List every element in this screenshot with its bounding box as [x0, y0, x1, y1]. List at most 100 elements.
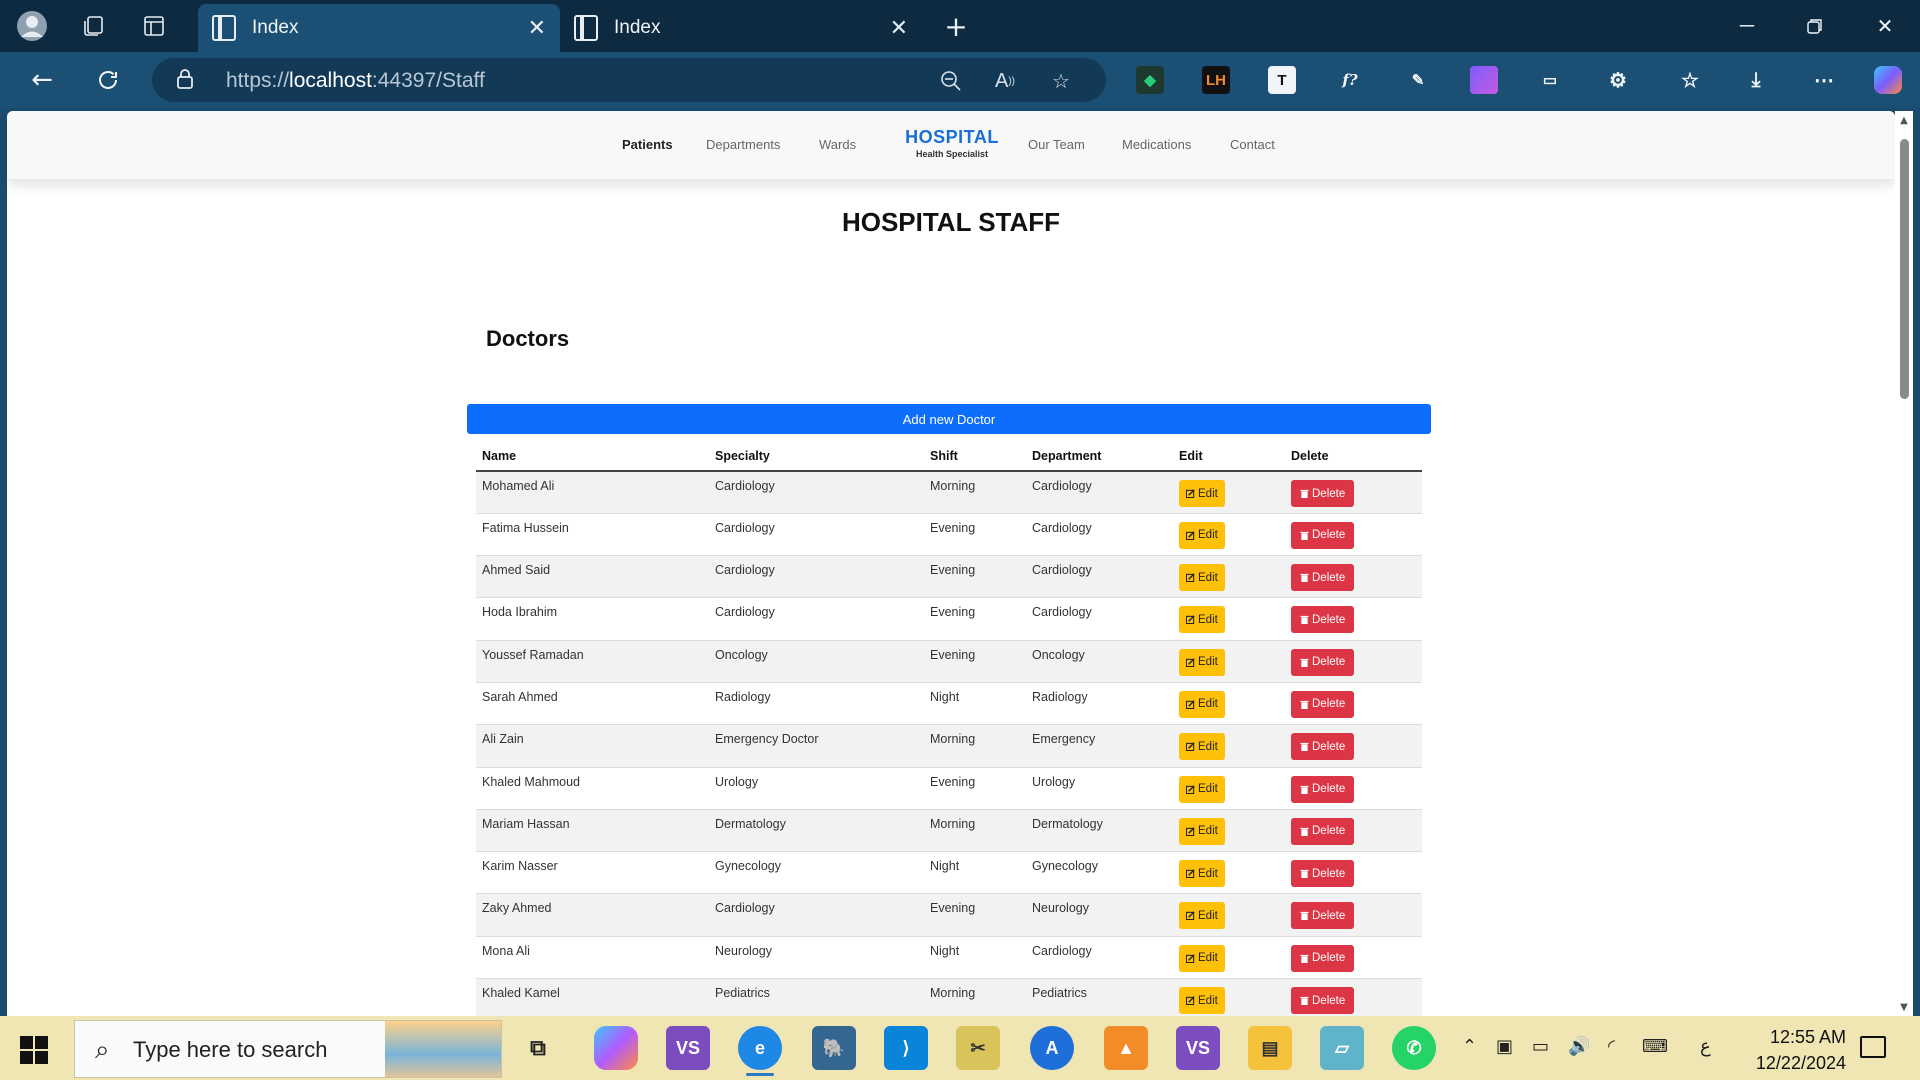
- delete-button[interactable]: Delete: [1291, 733, 1355, 761]
- tray-app-icon[interactable]: ▣: [1496, 1036, 1513, 1057]
- tab-index-active[interactable]: Index ✕: [198, 4, 560, 52]
- scroll-thumb[interactable]: [1900, 139, 1909, 399]
- page-scrollbar[interactable]: ▲ ▼: [1895, 111, 1913, 1016]
- edit-button[interactable]: Edit: [1179, 690, 1225, 718]
- lock-icon[interactable]: [176, 68, 200, 92]
- copilot-icon[interactable]: [1874, 66, 1902, 94]
- system-clock[interactable]: 12:55 AM 12/22/2024: [1740, 1024, 1846, 1076]
- zoom-out-icon[interactable]: [936, 66, 966, 96]
- header-name[interactable]: Name: [476, 441, 709, 472]
- delete-button[interactable]: Delete: [1291, 648, 1355, 676]
- task-view-icon[interactable]: ⧉: [516, 1026, 560, 1070]
- delete-label: Delete: [1312, 529, 1346, 542]
- edge-browser-icon[interactable]: e: [738, 1026, 782, 1076]
- close-window-icon[interactable]: ✕: [1862, 8, 1908, 44]
- minimize-icon[interactable]: ─: [1724, 8, 1770, 44]
- extension-shape-icon[interactable]: [1470, 66, 1498, 94]
- taskbar-search[interactable]: ⌕ Type here to search: [74, 1020, 502, 1078]
- nav-link-medications[interactable]: Medications: [1122, 137, 1191, 152]
- delete-button[interactable]: Delete: [1291, 564, 1355, 592]
- extension-screen-icon[interactable]: ▭: [1536, 66, 1564, 94]
- tab-index[interactable]: Index ✕: [560, 4, 922, 52]
- url-text[interactable]: https://localhost:44397/Staff: [226, 69, 485, 93]
- new-tab-icon[interactable]: +: [938, 8, 974, 44]
- edit-button[interactable]: Edit: [1179, 775, 1225, 803]
- edit-button[interactable]: Edit: [1179, 521, 1225, 549]
- delete-label: Delete: [1312, 909, 1346, 922]
- back-icon[interactable]: ←: [22, 60, 62, 100]
- delete-button[interactable]: Delete: [1291, 606, 1355, 634]
- extension-t-icon[interactable]: T: [1268, 66, 1296, 94]
- more-icon[interactable]: ⋯: [1810, 66, 1838, 94]
- postgresql-icon[interactable]: 🐘: [812, 1026, 856, 1070]
- brand-logo[interactable]: HOSPITAL Health Specialist: [887, 127, 1017, 159]
- windows-start-icon[interactable]: [20, 1036, 48, 1064]
- visual-studio-preview-icon[interactable]: VS: [1176, 1026, 1220, 1070]
- copilot-app-icon[interactable]: [594, 1026, 638, 1070]
- refresh-icon[interactable]: [88, 60, 128, 100]
- volume-icon[interactable]: 🔊: [1568, 1036, 1590, 1057]
- scroll-up-icon[interactable]: ▲: [1898, 115, 1910, 126]
- file-explorer-icon[interactable]: ▤: [1248, 1026, 1292, 1070]
- nav-link-our-team[interactable]: Our Team: [1028, 137, 1085, 152]
- workspaces-icon[interactable]: [76, 8, 112, 44]
- nav-link-patients[interactable]: Patients: [622, 137, 673, 152]
- header-shift[interactable]: Shift: [924, 441, 1026, 472]
- delete-button[interactable]: Delete: [1291, 775, 1355, 803]
- edit-button[interactable]: Edit: [1179, 987, 1225, 1015]
- downloads-icon[interactable]: ⤓: [1742, 66, 1770, 94]
- snipping-tool-icon[interactable]: ✂: [956, 1026, 1000, 1070]
- add-doctor-button[interactable]: Add new Doctor: [467, 404, 1431, 434]
- edit-button[interactable]: Edit: [1179, 860, 1225, 888]
- profile-icon[interactable]: [14, 8, 50, 44]
- app-store-icon[interactable]: A: [1030, 1026, 1074, 1070]
- delete-button[interactable]: Delete: [1291, 860, 1355, 888]
- delete-button[interactable]: Delete: [1291, 944, 1355, 972]
- favorites-icon[interactable]: ☆: [1676, 66, 1704, 94]
- header-specialty[interactable]: Specialty: [709, 441, 924, 472]
- extensions-icon[interactable]: ⚙: [1604, 66, 1632, 94]
- nav-link-wards[interactable]: Wards: [819, 137, 856, 152]
- restore-icon[interactable]: [1792, 8, 1838, 44]
- wifi-icon[interactable]: ◜: [1608, 1036, 1615, 1057]
- delete-label: Delete: [1312, 740, 1346, 753]
- notepad-icon[interactable]: ▱: [1320, 1026, 1364, 1070]
- delete-button[interactable]: Delete: [1291, 817, 1355, 845]
- tray-overflow-icon[interactable]: ⌃: [1462, 1036, 1477, 1057]
- battery-icon[interactable]: ▭: [1532, 1036, 1549, 1057]
- edit-button[interactable]: Edit: [1179, 480, 1225, 507]
- close-tab-icon[interactable]: ✕: [890, 15, 908, 41]
- edit-button[interactable]: Edit: [1179, 817, 1225, 845]
- keyboard-icon[interactable]: ⌨: [1642, 1036, 1668, 1057]
- delete-button[interactable]: Delete: [1291, 902, 1355, 930]
- visual-studio-icon[interactable]: VS: [666, 1026, 710, 1070]
- edit-button[interactable]: Edit: [1179, 733, 1225, 761]
- delete-button[interactable]: Delete: [1291, 521, 1355, 549]
- delete-button[interactable]: Delete: [1291, 480, 1355, 507]
- address-bar[interactable]: https://localhost:44397/Staff A)) ☆: [152, 58, 1106, 102]
- edit-button[interactable]: Edit: [1179, 606, 1225, 634]
- edit-button[interactable]: Edit: [1179, 902, 1225, 930]
- extension-diamond-icon[interactable]: ◆: [1136, 66, 1164, 94]
- favorite-star-icon[interactable]: ☆: [1046, 66, 1076, 96]
- edit-button[interactable]: Edit: [1179, 944, 1225, 972]
- edit-button[interactable]: Edit: [1179, 564, 1225, 592]
- color-picker-icon[interactable]: ✎: [1404, 66, 1432, 94]
- read-aloud-icon[interactable]: A)): [990, 66, 1020, 96]
- header-department[interactable]: Department: [1026, 441, 1173, 472]
- vscode-icon[interactable]: ⟩: [884, 1026, 928, 1070]
- whatsapp-icon[interactable]: ✆: [1392, 1026, 1436, 1070]
- edit-button[interactable]: Edit: [1179, 648, 1225, 676]
- font-finder-icon[interactable]: f?: [1336, 66, 1364, 94]
- nav-link-departments[interactable]: Departments: [706, 137, 780, 152]
- lighthouse-icon[interactable]: LH: [1202, 66, 1230, 94]
- tab-actions-icon[interactable]: [136, 8, 172, 44]
- notification-center-icon[interactable]: [1860, 1036, 1886, 1058]
- close-tab-icon[interactable]: ✕: [528, 15, 546, 41]
- delete-button[interactable]: Delete: [1291, 987, 1355, 1015]
- input-language[interactable]: ع: [1700, 1036, 1711, 1057]
- scroll-down-icon[interactable]: ▼: [1898, 1002, 1910, 1013]
- nav-link-contact[interactable]: Contact: [1230, 137, 1275, 152]
- delete-button[interactable]: Delete: [1291, 690, 1355, 718]
- vlc-icon[interactable]: ▲: [1104, 1026, 1148, 1070]
